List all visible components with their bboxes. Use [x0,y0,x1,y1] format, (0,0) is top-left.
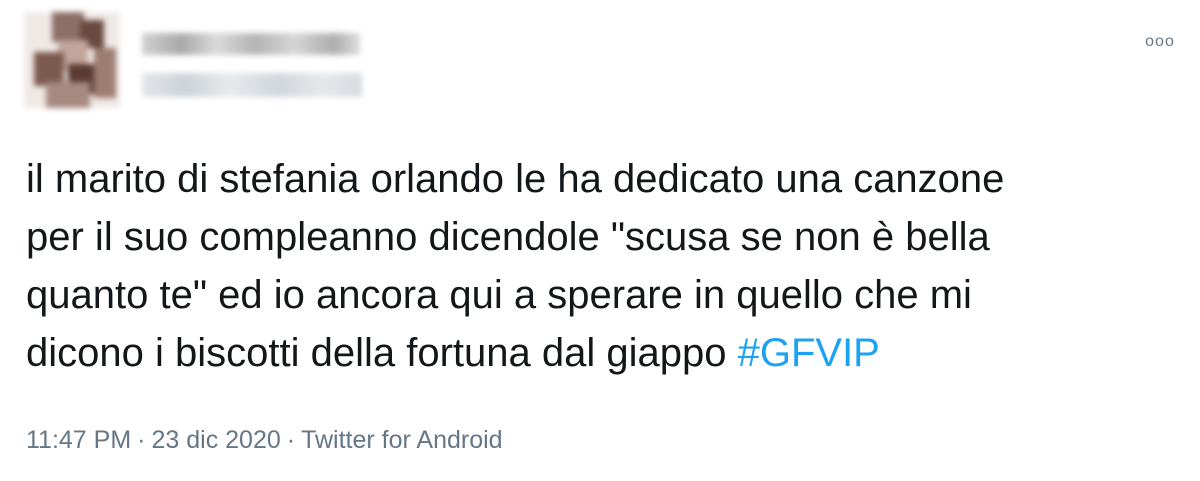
avatar[interactable] [24,12,120,108]
tweet-metadata: 11:47 PM · 23 dic 2020 · Twitter for Android [26,425,503,455]
more-options-icon[interactable]: ooo [1140,28,1180,56]
tweet-card: ooo il marito di stefania orlando le ha … [0,0,1200,481]
separator: · [286,426,296,454]
display-name-redacted[interactable] [142,33,360,55]
tweet-text: il marito di stefania orlando le ha dedi… [26,150,1186,382]
tweet-text-line: il marito di stefania orlando le ha dedi… [26,157,1005,201]
tweet-source[interactable]: Twitter for Android [301,426,502,454]
tweet-time[interactable]: 11:47 PM [26,426,131,454]
tweet-text-line: dicono i biscotti della fortuna dal giap… [26,331,738,375]
tweet-date[interactable]: 23 dic 2020 [151,426,280,454]
tweet-text-line: per il suo compleanno dicendole "scusa s… [26,215,990,259]
separator: · [137,426,146,454]
tweet-text-line: quanto te" ed io ancora qui a sperare in… [26,273,972,317]
hashtag-link[interactable]: #GFVIP [738,331,880,375]
username-redacted[interactable] [142,73,362,97]
